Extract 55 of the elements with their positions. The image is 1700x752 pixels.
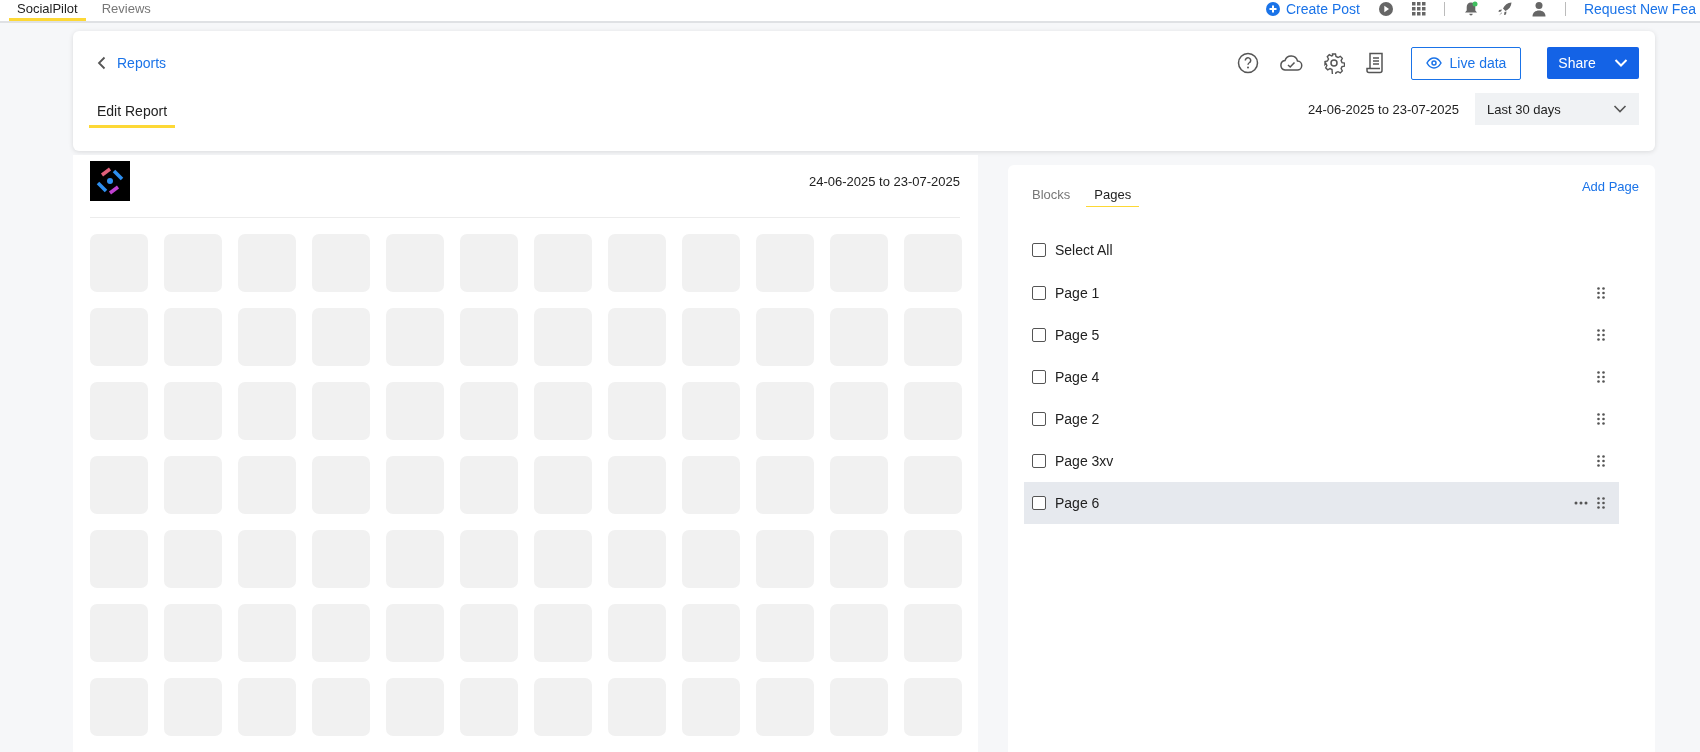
help-icon[interactable] bbox=[1237, 52, 1259, 74]
select-all-label: Select All bbox=[1055, 242, 1113, 258]
chevron-down-icon bbox=[1613, 58, 1628, 68]
drag-handle-icon[interactable] bbox=[1597, 287, 1605, 299]
panel-tab[interactable]: Pages bbox=[1086, 187, 1140, 207]
page-label: Page 5 bbox=[1055, 327, 1100, 343]
rocket-icon[interactable] bbox=[1496, 1, 1513, 17]
edit-report-tab[interactable]: Edit Report bbox=[89, 103, 176, 128]
cloud-check-icon[interactable] bbox=[1279, 53, 1303, 73]
checkbox[interactable] bbox=[1032, 454, 1046, 468]
document-icon[interactable] bbox=[1365, 52, 1385, 74]
page-row[interactable]: Page 3xv bbox=[1024, 440, 1619, 482]
top-tab[interactable]: SocialPilot bbox=[9, 2, 86, 21]
top-tab[interactable]: Reviews bbox=[93, 2, 159, 21]
report-date-range: 24-06-2025 to 23-07-2025 bbox=[808, 173, 960, 189]
eye-icon bbox=[1425, 57, 1442, 69]
logo-icon bbox=[90, 161, 130, 201]
play-icon[interactable] bbox=[1377, 1, 1394, 17]
page-label: Page 2 bbox=[1055, 411, 1100, 427]
drag-handle-icon[interactable] bbox=[1597, 413, 1605, 425]
more-icon[interactable] bbox=[1574, 501, 1588, 505]
page-row[interactable]: Page 5 bbox=[1024, 314, 1619, 356]
page-label: Page 3xv bbox=[1055, 453, 1114, 469]
checkbox[interactable] bbox=[1032, 243, 1046, 257]
drag-handle-icon[interactable] bbox=[1597, 455, 1605, 467]
page-row[interactable]: Page 2 bbox=[1024, 398, 1619, 440]
page-label: Page 6 bbox=[1055, 495, 1100, 511]
chevron-down-icon bbox=[1613, 104, 1627, 114]
checkbox[interactable] bbox=[1032, 370, 1046, 384]
checkbox[interactable] bbox=[1032, 496, 1046, 510]
settings-icon[interactable] bbox=[1323, 52, 1345, 74]
chevron-left-icon bbox=[97, 56, 107, 70]
bell-icon[interactable] bbox=[1462, 1, 1479, 17]
date-range-text: 24-06-2025 to 23-07-2025 bbox=[1307, 101, 1459, 117]
drag-handle-icon[interactable] bbox=[1597, 497, 1605, 509]
page-row[interactable]: Page 4 bbox=[1024, 356, 1619, 398]
user-icon[interactable] bbox=[1530, 1, 1547, 17]
checkbox[interactable] bbox=[1032, 286, 1046, 300]
page-row[interactable]: Page 6 bbox=[1024, 482, 1619, 524]
panel-tab[interactable]: Blocks bbox=[1024, 187, 1079, 207]
checkbox[interactable] bbox=[1032, 328, 1046, 342]
period-dropdown[interactable]: Last 30 days bbox=[1475, 93, 1639, 125]
drag-handle-icon[interactable] bbox=[1597, 371, 1605, 383]
request-feature-link[interactable]: Request New Fea bbox=[1583, 1, 1700, 17]
drag-handle-icon[interactable] bbox=[1597, 329, 1605, 341]
page-row[interactable]: Page 1 bbox=[1024, 272, 1619, 314]
back-link[interactable]: Reports bbox=[89, 55, 167, 71]
share-button[interactable]: Share bbox=[1547, 47, 1639, 79]
add-page-link[interactable]: Add Page bbox=[1581, 179, 1639, 194]
page-label: Page 4 bbox=[1055, 369, 1100, 385]
page-label: Page 1 bbox=[1055, 285, 1100, 301]
live-data-button[interactable]: Live data bbox=[1411, 46, 1521, 80]
checkbox[interactable] bbox=[1032, 412, 1046, 426]
apps-grid-icon[interactable] bbox=[1411, 2, 1426, 16]
create-post-link[interactable]: Create Post bbox=[1266, 1, 1360, 17]
